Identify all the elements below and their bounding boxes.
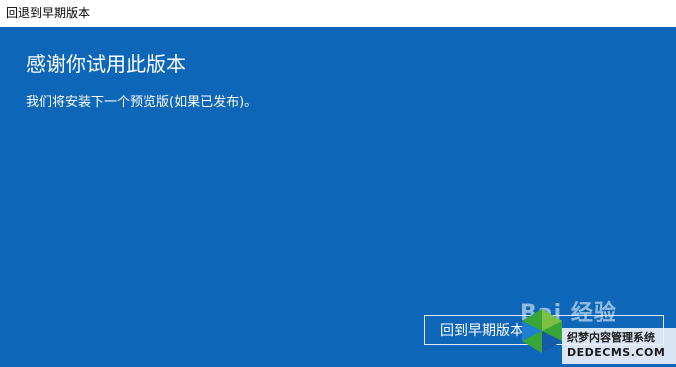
window-titlebar: 回退到早期版本	[0, 0, 676, 27]
watermark-site-name: 织梦内容管理系统	[567, 331, 655, 344]
page-title: 感谢你试用此版本	[26, 52, 186, 76]
rollback-button-label: 回到早期版本	[440, 323, 524, 339]
watermark-site-domain: DEDECMS.COM	[567, 346, 666, 359]
info-message: 我们将安装下一个预览版(如果已发布)。	[26, 95, 258, 110]
rollback-window: 回退到早期版本 感谢你试用此版本 我们将安装下一个预览版(如果已发布)。 回到早…	[0, 0, 676, 367]
window-title: 回退到早期版本	[6, 6, 91, 20]
dedecms-logo-icon	[522, 309, 562, 353]
